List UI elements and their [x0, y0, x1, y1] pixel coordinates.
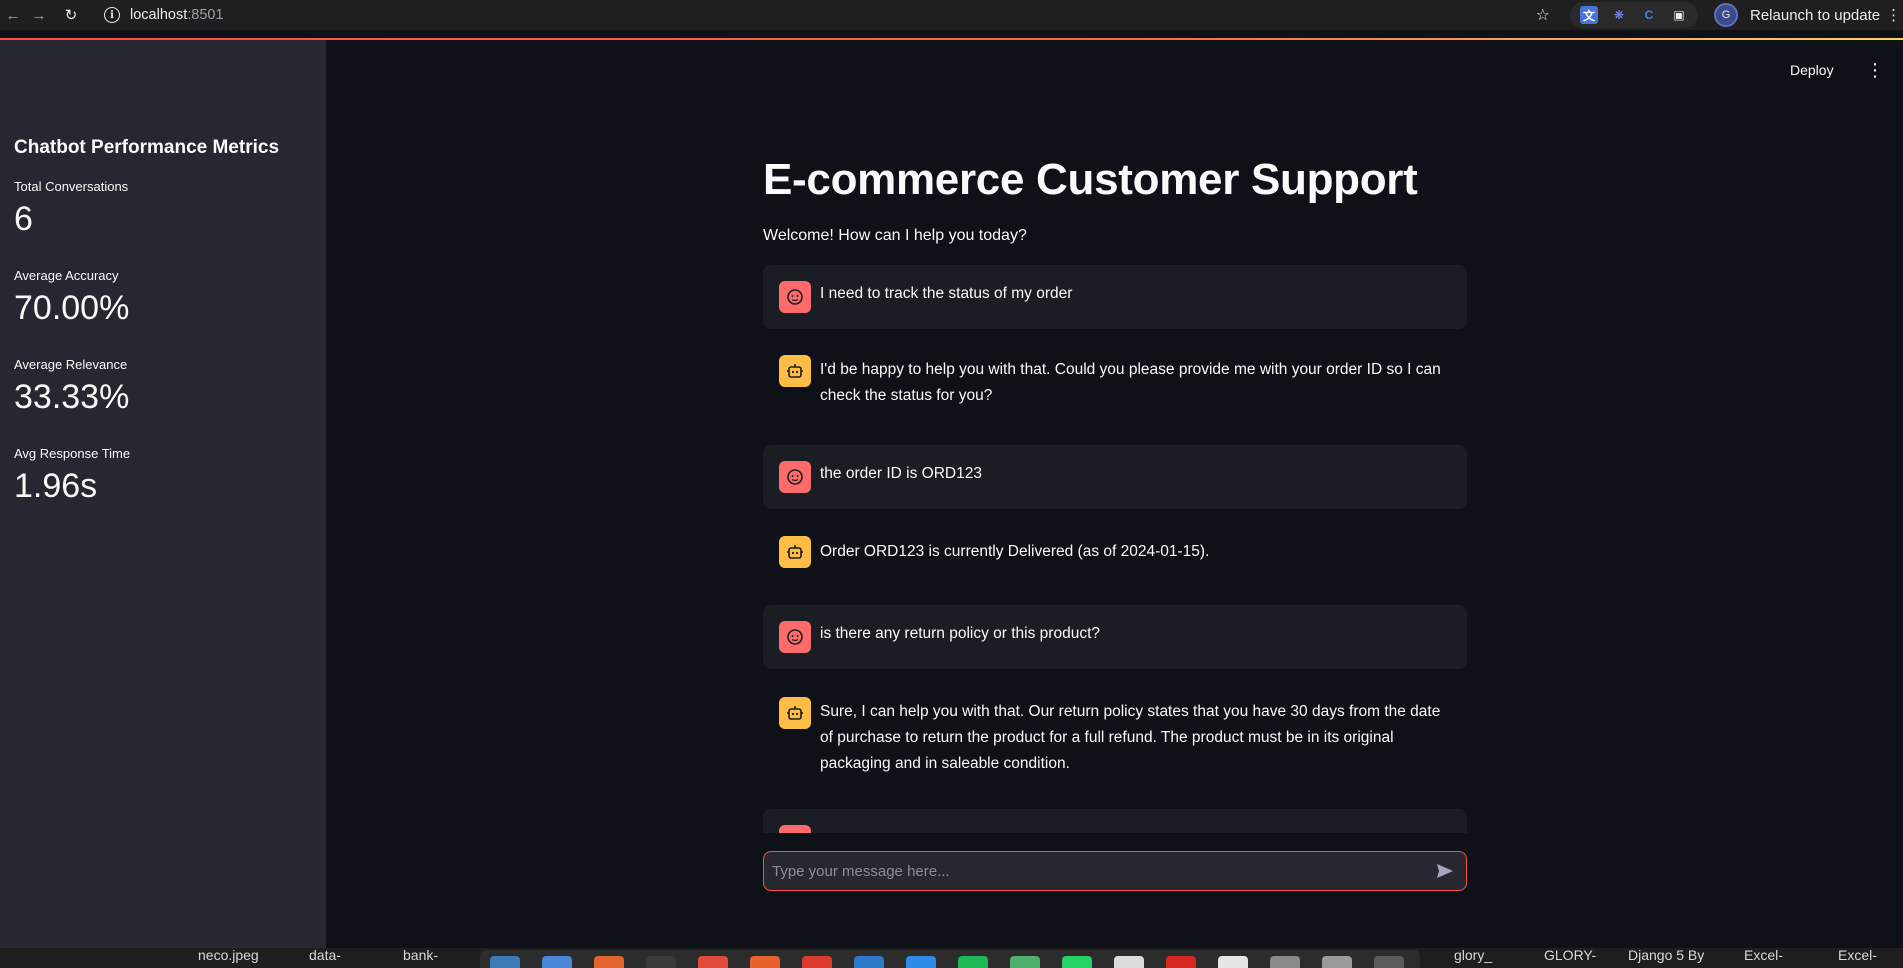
- assistant-message: I'd be happy to help you with that. Coul…: [763, 355, 1467, 427]
- user-message: [763, 809, 1467, 833]
- message-text: I need to track the status of my order: [820, 285, 1073, 302]
- extensions-group: 文 ❋ C ▣: [1570, 2, 1698, 28]
- metric-label: Average Relevance: [14, 357, 128, 372]
- message-text: I'd be happy to help you with that. Coul…: [820, 361, 1441, 404]
- metric-value: 6: [14, 200, 33, 238]
- c-extension-icon[interactable]: C: [1640, 6, 1658, 24]
- taskbar-file[interactable]: glory_: [1454, 948, 1492, 962]
- browser-toolbar: ← → ↻ i localhost:8501 ☆ 文 ❋ C ▣ G Relau…: [0, 0, 1903, 30]
- user-avatar-icon: [779, 825, 811, 833]
- bot-avatar-icon: [779, 536, 811, 568]
- app-icon[interactable]: [1322, 956, 1352, 968]
- back-icon[interactable]: ←: [0, 2, 26, 28]
- taskbar-file[interactable]: data-: [309, 948, 341, 962]
- profile-avatar[interactable]: G: [1714, 3, 1738, 27]
- chat-history[interactable]: I need to track the status of my order I…: [763, 265, 1467, 833]
- sparkle-extension-icon[interactable]: ❋: [1610, 6, 1628, 24]
- terminal-app-icon[interactable]: [646, 956, 676, 968]
- metric-value: 33.33%: [14, 378, 130, 416]
- ubuntu-app-icon[interactable]: [750, 956, 780, 968]
- app-icon[interactable]: [1270, 956, 1300, 968]
- app-icon[interactable]: [1010, 956, 1040, 968]
- metric-value: 70.00%: [14, 289, 130, 327]
- address-bar[interactable]: i localhost:8501 ☆: [98, 2, 1568, 28]
- app-icon[interactable]: [1114, 956, 1144, 968]
- app-icon[interactable]: [1218, 956, 1248, 968]
- writer-app-icon[interactable]: [542, 956, 572, 968]
- deploy-button[interactable]: Deploy: [1790, 62, 1834, 78]
- forward-icon[interactable]: →: [26, 2, 52, 28]
- user-message: is there any return policy or this produ…: [763, 605, 1467, 669]
- bookmark-star-icon[interactable]: ☆: [1536, 5, 1550, 25]
- browser-menu-icon[interactable]: ⋮: [1886, 6, 1901, 24]
- message-text: is there any return policy or this produ…: [820, 625, 1100, 642]
- os-taskbar: neco.jpeg data- bank- glory_ GLORY- Djan…: [0, 948, 1903, 968]
- page-title: E-commerce Customer Support: [763, 155, 1418, 204]
- site-info-icon[interactable]: i: [104, 7, 120, 23]
- sidebar-title: Chatbot Performance Metrics: [14, 137, 280, 158]
- metric-label: Average Accuracy: [14, 268, 119, 283]
- user-avatar-icon: [779, 281, 811, 313]
- metric-label: Avg Response Time: [14, 446, 131, 461]
- user-avatar-icon: [779, 461, 811, 493]
- metric-average-accuracy: Average Accuracy 70.00%: [14, 268, 129, 325]
- bot-avatar-icon: [779, 355, 811, 387]
- message-text: Order ORD123 is currently Delivered (as …: [820, 543, 1210, 560]
- chat-input-box: [763, 851, 1467, 891]
- bot-avatar-icon: [779, 697, 811, 729]
- user-message: the order ID is ORD123: [763, 445, 1467, 509]
- message-text: Sure, I can help you with that. Our retu…: [820, 703, 1441, 772]
- chrome-app-icon[interactable]: [802, 956, 832, 968]
- puzzle-extensions-icon[interactable]: ▣: [1670, 6, 1688, 24]
- url-port: :8501: [187, 7, 224, 23]
- welcome-text: Welcome! How can I help you today?: [763, 227, 1027, 244]
- files-app-icon[interactable]: [490, 956, 520, 968]
- spotify-app-icon[interactable]: [958, 956, 988, 968]
- calendar-app-icon[interactable]: [698, 956, 728, 968]
- sidebar: Chatbot Performance Metrics Total Conver…: [0, 40, 326, 948]
- chat-input[interactable]: [772, 862, 1432, 880]
- metric-label: Total Conversations: [14, 179, 129, 194]
- metric-total-conversations: Total Conversations 6: [14, 179, 128, 236]
- taskbar-file[interactable]: Django 5 By: [1628, 948, 1704, 962]
- main-menu-icon[interactable]: ⋮: [1866, 60, 1884, 81]
- taskbar-apps: [480, 950, 1420, 968]
- assistant-message: Sure, I can help you with that. Our retu…: [763, 697, 1467, 795]
- reload-icon[interactable]: ↻: [58, 2, 84, 28]
- relaunch-button[interactable]: Relaunch to update: [1750, 7, 1880, 24]
- taskbar-file[interactable]: Excel-: [1744, 948, 1783, 962]
- taskbar-file[interactable]: bank-: [403, 948, 438, 962]
- store-app-icon[interactable]: [594, 956, 624, 968]
- user-avatar-icon: [779, 621, 811, 653]
- show-apps-icon[interactable]: [1374, 956, 1404, 968]
- metric-value: 1.96s: [14, 467, 98, 505]
- taskbar-file[interactable]: neco.jpeg: [198, 948, 259, 962]
- app-icon[interactable]: [906, 956, 936, 968]
- assistant-message: Order ORD123 is currently Delivered (as …: [763, 536, 1467, 579]
- whatsapp-app-icon[interactable]: [1062, 956, 1092, 968]
- taskbar-file[interactable]: GLORY-: [1544, 948, 1596, 962]
- taskbar-file[interactable]: Excel-: [1838, 948, 1877, 962]
- vscode-app-icon[interactable]: [854, 956, 884, 968]
- metric-avg-response-time: Avg Response Time 1.96s: [14, 446, 130, 503]
- send-icon[interactable]: [1432, 858, 1458, 884]
- user-message: I need to track the status of my order: [763, 265, 1467, 329]
- app-icon[interactable]: [1166, 956, 1196, 968]
- translate-extension-icon[interactable]: 文: [1580, 6, 1598, 24]
- url-host: localhost: [130, 7, 188, 23]
- metric-average-relevance: Average Relevance 33.33%: [14, 357, 129, 414]
- message-text: the order ID is ORD123: [820, 465, 982, 482]
